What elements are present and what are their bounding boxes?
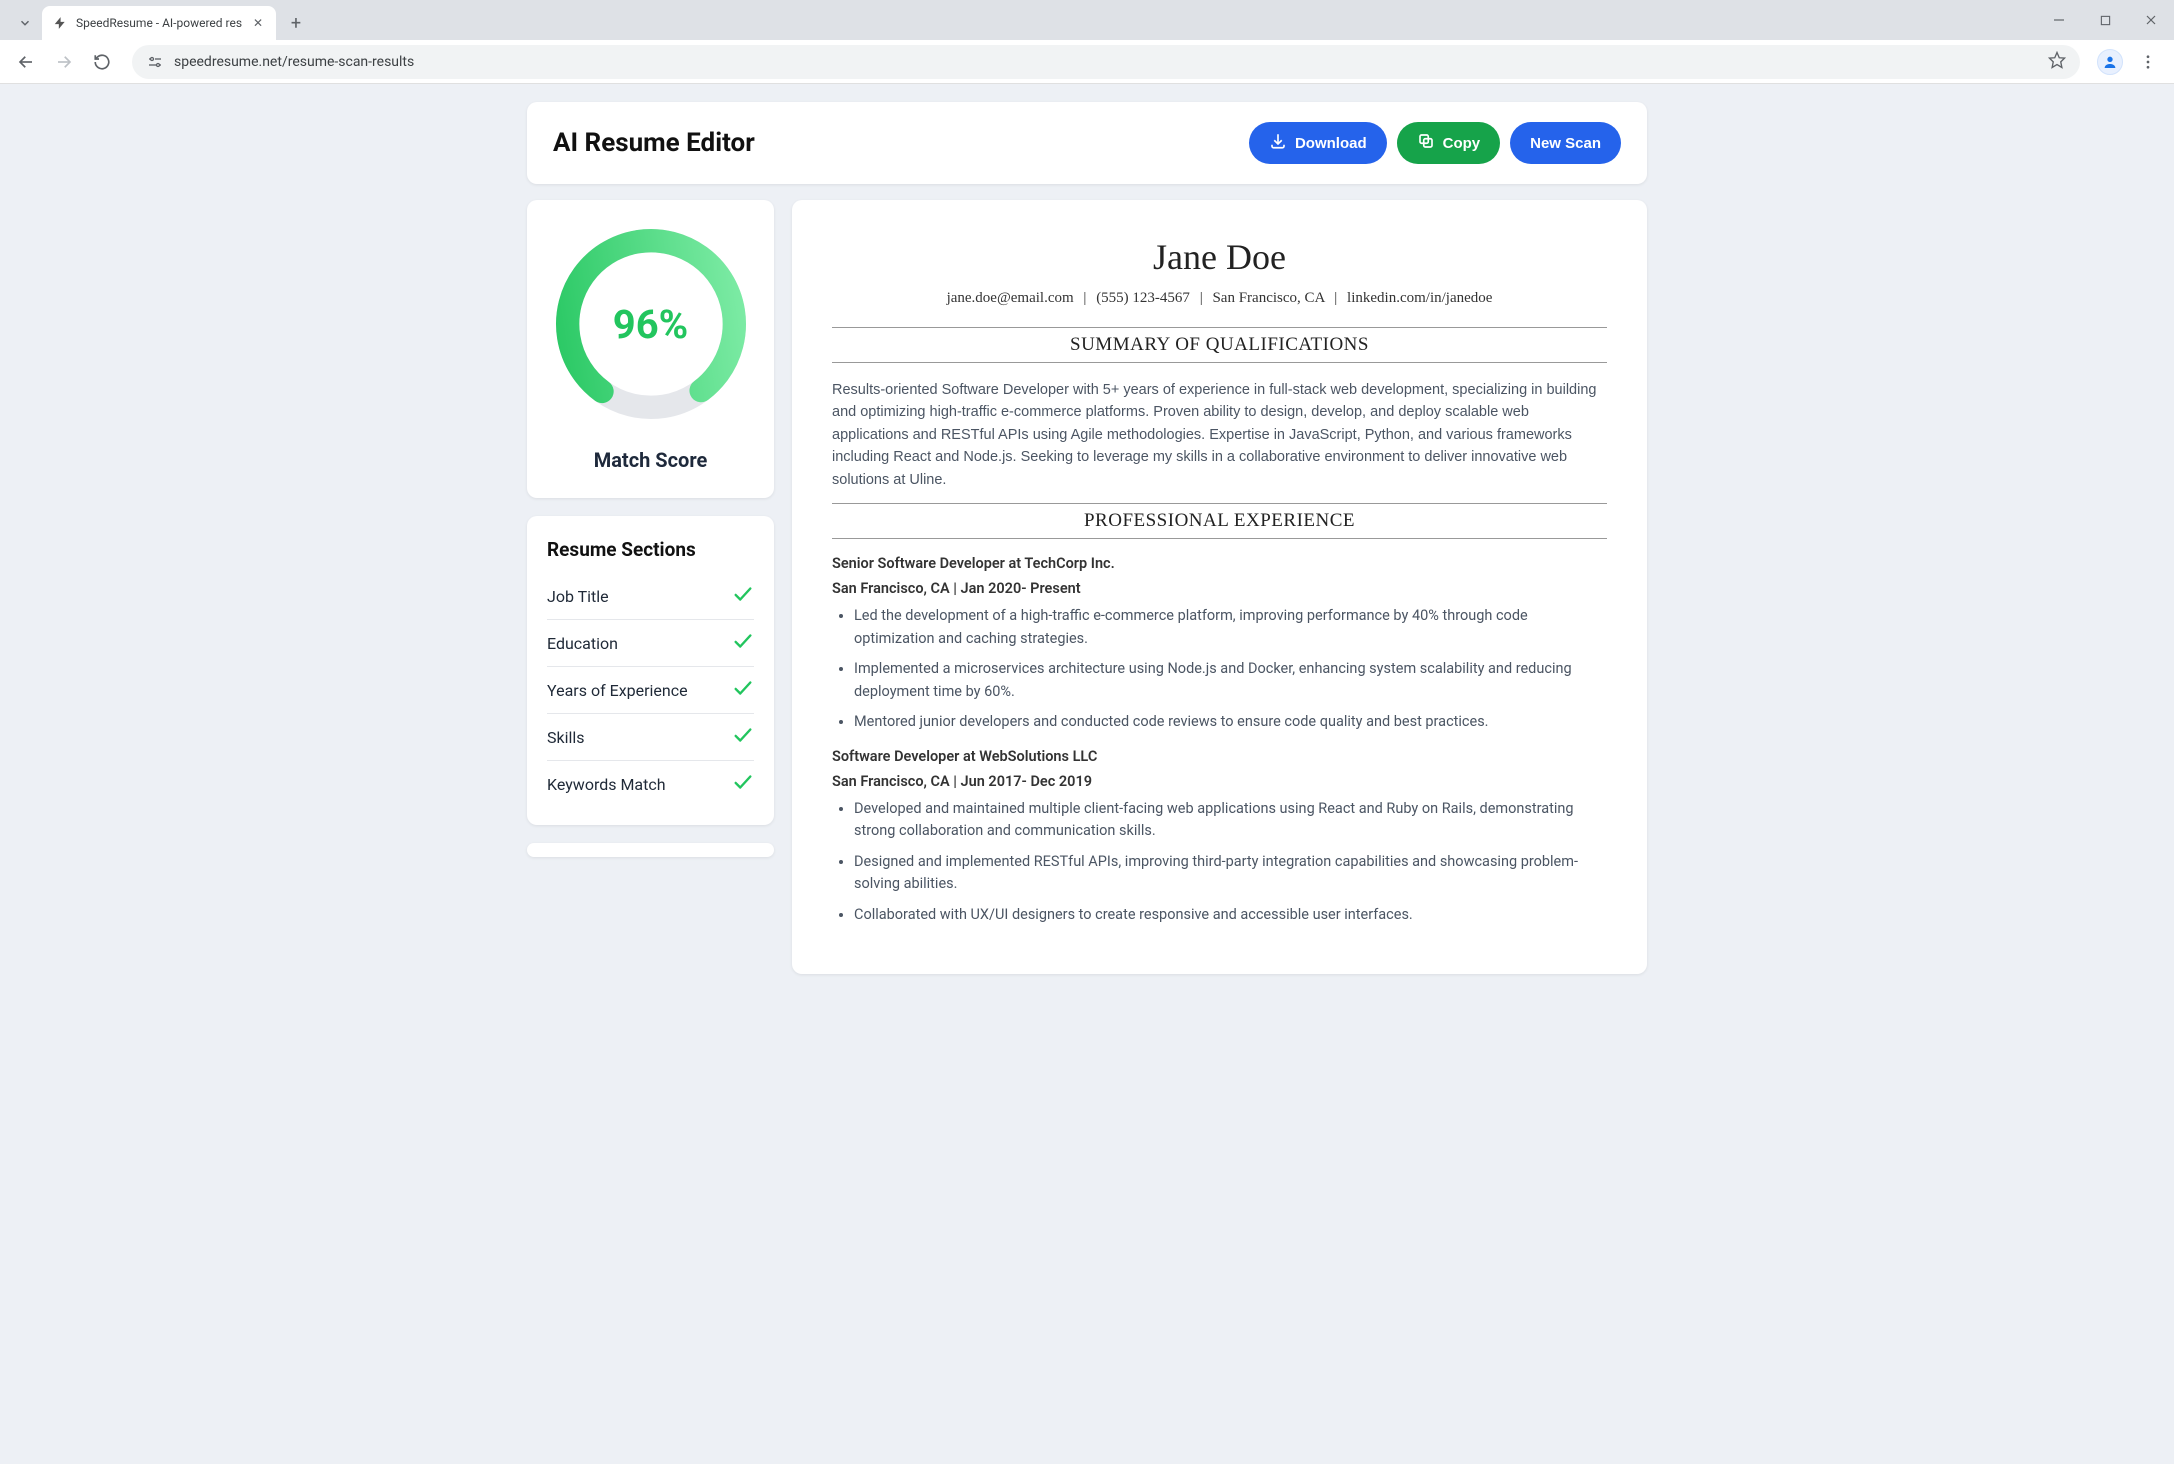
tab-title: SpeedResume - AI-powered res	[76, 16, 242, 30]
section-label: Keywords Match	[547, 775, 666, 794]
section-label: Skills	[547, 728, 585, 747]
window-minimize-button[interactable]	[2036, 0, 2082, 40]
job-meta: San Francisco, CA | Jun 2017- Dec 2019	[832, 773, 1607, 790]
job-bullets: Developed and maintained multiple client…	[832, 798, 1607, 926]
match-score-card: 96% Match Score	[527, 200, 774, 498]
copy-icon	[1417, 132, 1435, 154]
summary-text: Results-oriented Software Developer with…	[832, 379, 1607, 491]
resume-preview: Jane Doe jane.doe@email.com | (555) 123-…	[792, 200, 1647, 974]
resume-phone: (555) 123-4567	[1096, 290, 1190, 306]
job-meta: San Francisco, CA | Jan 2020- Present	[832, 580, 1607, 597]
check-icon	[732, 677, 754, 703]
download-icon	[1269, 132, 1287, 154]
job-bullet: Designed and implemented RESTful APIs, i…	[854, 851, 1607, 896]
window-maximize-button[interactable]	[2082, 0, 2128, 40]
resume-name: Jane Doe	[832, 236, 1607, 278]
section-label: Years of Experience	[547, 681, 688, 700]
reload-button[interactable]	[86, 46, 118, 78]
site-settings-icon[interactable]	[146, 53, 164, 71]
section-label: Job Title	[547, 587, 609, 606]
experience-heading: PROFESSIONAL EXPERIENCE	[832, 503, 1607, 539]
profile-button[interactable]	[2094, 46, 2126, 78]
browser-toolbar: speedresume.net/resume-scan-results	[0, 40, 2174, 84]
section-row: Years of Experience	[547, 667, 754, 714]
close-icon[interactable]: ✕	[250, 15, 266, 31]
summary-heading: SUMMARY OF QUALIFICATIONS	[832, 327, 1607, 363]
score-gauge: 96%	[551, 224, 751, 424]
job-bullet: Mentored junior developers and conducted…	[854, 711, 1607, 733]
new-tab-button[interactable]: +	[282, 9, 310, 37]
score-label: Match Score	[547, 448, 754, 472]
section-row: Keywords Match	[547, 761, 754, 807]
address-bar[interactable]: speedresume.net/resume-scan-results	[132, 45, 2080, 79]
check-icon	[732, 583, 754, 609]
section-row: Education	[547, 620, 754, 667]
job-bullet: Developed and maintained multiple client…	[854, 798, 1607, 843]
job-bullets: Led the development of a high-traffic e-…	[832, 605, 1607, 733]
sections-title: Resume Sections	[547, 538, 754, 561]
window-close-button[interactable]	[2128, 0, 2174, 40]
job-bullet: Led the development of a high-traffic e-…	[854, 605, 1607, 650]
copy-button[interactable]: Copy	[1397, 122, 1501, 164]
job-title: Senior Software Developer at TechCorp In…	[832, 555, 1607, 572]
app-header: AI Resume Editor Download Copy	[527, 102, 1647, 184]
resume-email: jane.doe@email.com	[947, 290, 1074, 306]
check-icon	[732, 630, 754, 656]
score-value: 96%	[551, 224, 751, 424]
check-icon	[732, 724, 754, 750]
resume-location: San Francisco, CA	[1212, 290, 1324, 306]
resume-contact-line: jane.doe@email.com | (555) 123-4567 | Sa…	[832, 290, 1607, 307]
back-button[interactable]	[10, 46, 42, 78]
browser-tab[interactable]: SpeedResume - AI-powered res ✕	[42, 6, 276, 40]
forward-button[interactable]	[48, 46, 80, 78]
next-card-peek	[527, 843, 774, 857]
new-scan-label: New Scan	[1530, 135, 1601, 152]
copy-label: Copy	[1443, 135, 1481, 152]
job-bullet: Implemented a microservices architecture…	[854, 658, 1607, 703]
tab-search-dropdown[interactable]	[8, 6, 42, 40]
download-label: Download	[1295, 135, 1367, 152]
check-icon	[732, 771, 754, 797]
url-text: speedresume.net/resume-scan-results	[174, 54, 2038, 70]
resume-linkedin: linkedin.com/in/janedoe	[1347, 290, 1492, 306]
job-bullet: Collaborated with UX/UI designers to cre…	[854, 904, 1607, 926]
section-row: Job Title	[547, 573, 754, 620]
browser-menu-button[interactable]	[2132, 46, 2164, 78]
page-title: AI Resume Editor	[553, 128, 755, 158]
browser-tab-strip: SpeedResume - AI-powered res ✕ +	[0, 0, 2174, 40]
bookmark-star-icon[interactable]	[2048, 51, 2066, 73]
download-button[interactable]: Download	[1249, 122, 1387, 164]
section-row: Skills	[547, 714, 754, 761]
job-title: Software Developer at WebSolutions LLC	[832, 748, 1607, 765]
section-label: Education	[547, 634, 618, 653]
bolt-icon	[52, 15, 68, 31]
new-scan-button[interactable]: New Scan	[1510, 122, 1621, 164]
resume-sections-card: Resume Sections Job Title Education Years …	[527, 516, 774, 825]
page-viewport[interactable]: AI Resume Editor Download Copy	[0, 84, 2174, 1464]
